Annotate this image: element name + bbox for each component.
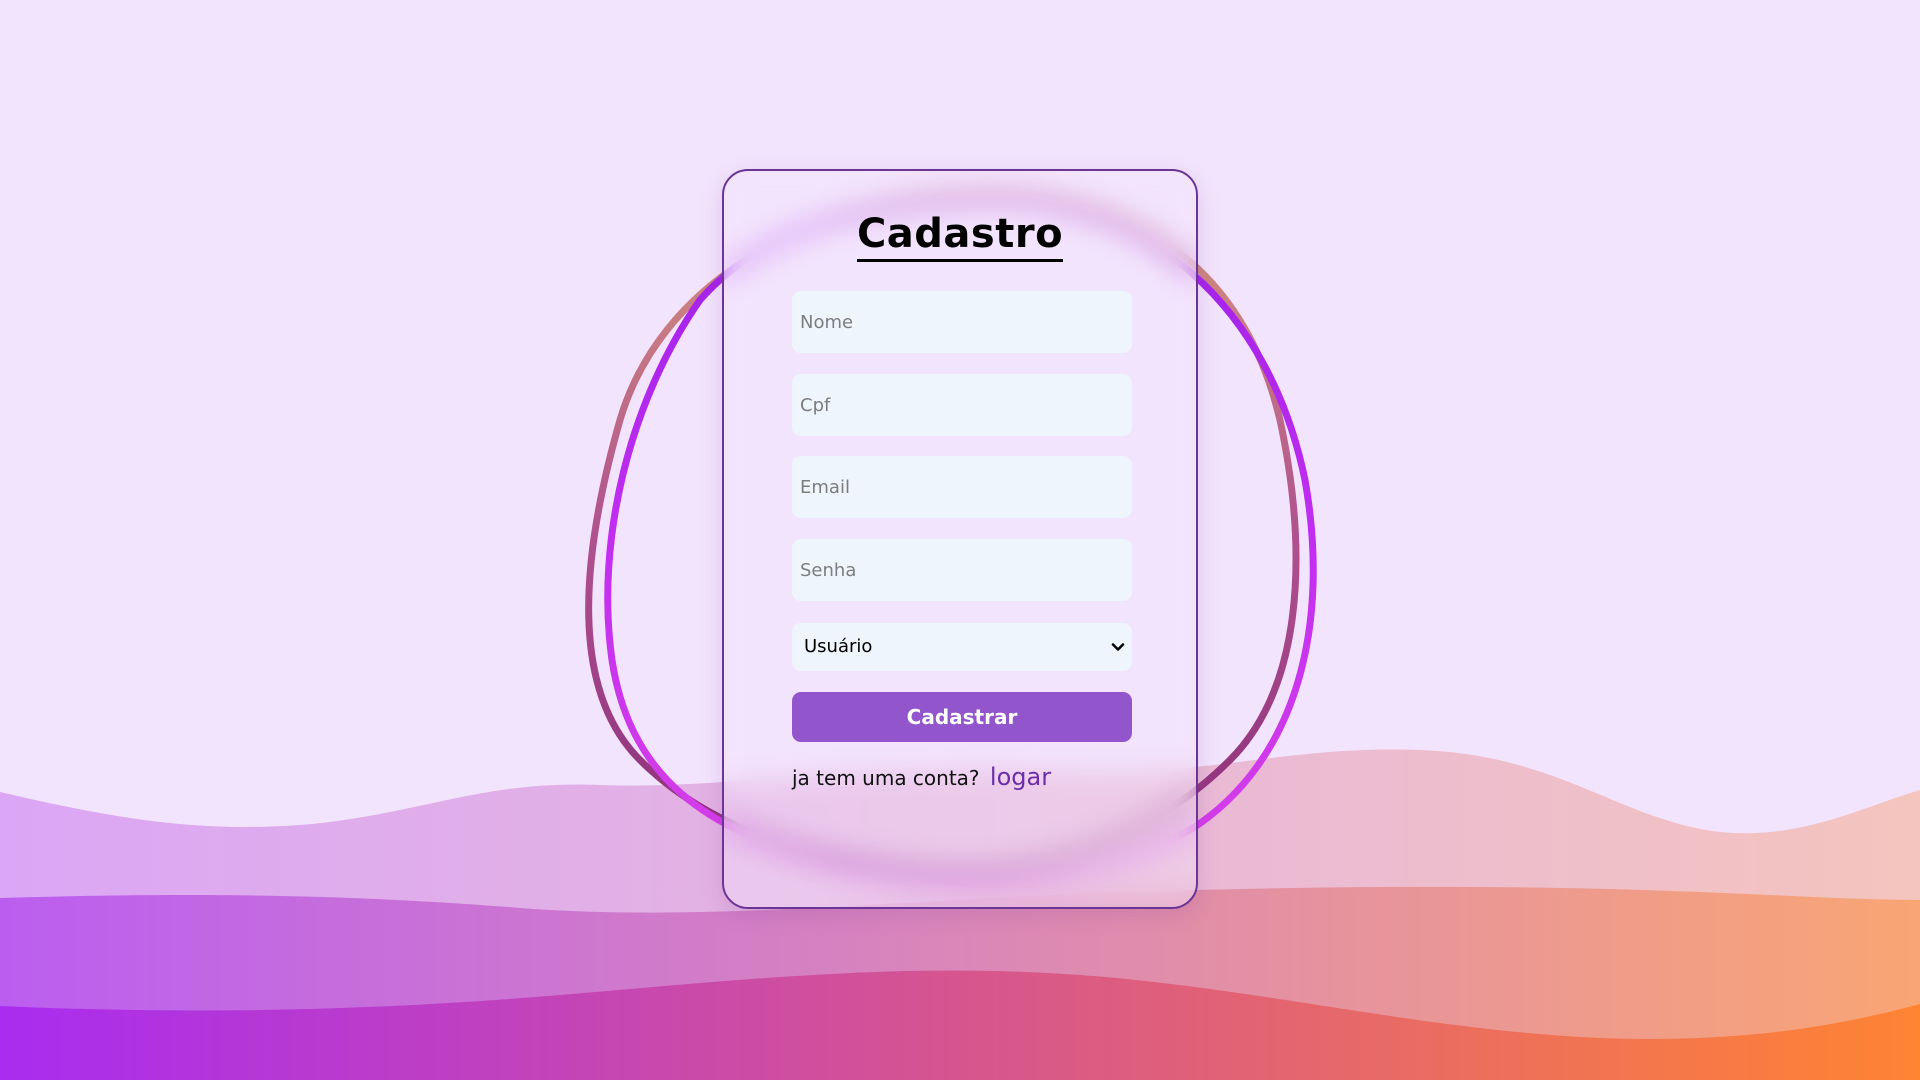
role-select-value: Usuário [804, 636, 873, 657]
title-text: Cadastro [856, 211, 1064, 262]
register-card: Cadastro Usuário Cadastrar ja tem uma co… [722, 169, 1198, 909]
login-prompt: ja tem uma conta? logar [792, 763, 1051, 791]
chevron-down-icon [1111, 643, 1125, 651]
page-title: Cadastro [724, 211, 1196, 262]
login-prompt-text: ja tem uma conta? [792, 766, 980, 790]
register-button[interactable]: Cadastrar [792, 692, 1132, 742]
role-select[interactable]: Usuário [792, 623, 1132, 671]
name-input[interactable] [792, 291, 1132, 353]
login-link[interactable]: logar [990, 763, 1051, 791]
email-input[interactable] [792, 456, 1132, 518]
password-input[interactable] [792, 539, 1132, 601]
cpf-input[interactable] [792, 374, 1132, 436]
